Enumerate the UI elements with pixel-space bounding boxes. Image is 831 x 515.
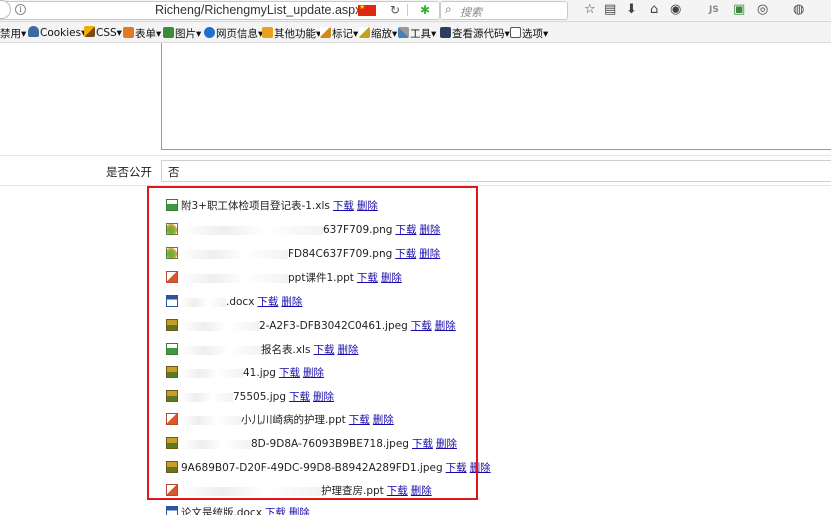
toolbar-disable-menu[interactable]: 禁用▾	[0, 26, 26, 41]
search-icon: ⌕	[445, 2, 452, 16]
search-placeholder: 搜索	[460, 6, 482, 19]
china-flag-icon	[358, 3, 376, 16]
toolbar-tools-menu[interactable]: 工具▾	[398, 26, 436, 41]
attachment-item: 论文是统版.docx 下载 删除	[166, 505, 313, 515]
download-icon[interactable]: ⬇	[626, 3, 637, 17]
toolbar-css-menu[interactable]: CSS▾	[84, 26, 122, 39]
browser-navbar: i Richeng/RichengmyList_update.aspx? ↻ ✱…	[0, 0, 831, 22]
attachment-filename: 论文是统版.docx	[181, 507, 262, 515]
public-field-label: 是否公开	[106, 165, 152, 179]
misc-icon	[262, 27, 273, 38]
reading-list-icon[interactable]: ▤	[604, 3, 616, 17]
extension-icon[interactable]: ▣	[733, 3, 745, 17]
toolbar-forms-menu[interactable]: 表单▾	[123, 26, 161, 41]
delete-link[interactable]: 删除	[289, 507, 310, 515]
toolbar-view-source-menu[interactable]: 查看源代码▾	[440, 26, 510, 41]
address-url[interactable]: Richeng/RichengmyList_update.aspx?	[155, 3, 368, 17]
info-icon	[204, 27, 215, 38]
site-info-icon[interactable]: i	[15, 4, 26, 15]
toolbar-page-info-menu[interactable]: 网页信息▾	[204, 26, 263, 41]
outline-pencil-icon	[320, 27, 331, 38]
addon-star-icon[interactable]: ✱	[420, 3, 430, 17]
options-icon	[510, 27, 521, 38]
toolbar-separator	[407, 4, 408, 16]
public-field-value: 否	[168, 165, 180, 179]
download-link[interactable]: 下载	[265, 507, 286, 515]
menu-extension-icon[interactable]: ◎	[757, 3, 768, 17]
tools-icon	[398, 27, 409, 38]
profile-icon[interactable]: ◍	[793, 3, 804, 17]
toolbar-misc-menu[interactable]: 其他功能▾	[262, 26, 321, 41]
docx-file-icon	[166, 506, 178, 515]
cookies-icon	[28, 26, 39, 37]
reload-icon[interactable]: ↻	[390, 3, 400, 17]
toolbar-outline-menu[interactable]: 标记▾	[320, 26, 358, 41]
toolbar-images-menu[interactable]: 图片▾	[163, 26, 201, 41]
javascript-toggle-icon[interactable]: JS	[709, 5, 719, 15]
css-pencil-icon	[84, 26, 95, 37]
public-field-box[interactable]	[161, 160, 831, 182]
toolbar-cookies-menu[interactable]: Cookies▾	[28, 26, 86, 39]
toolbar-resize-menu[interactable]: 缩放▾	[359, 26, 397, 41]
forms-icon	[123, 27, 134, 38]
toolbar-options-menu[interactable]: 选项▾	[510, 26, 548, 41]
web-developer-toolbar: 禁用▾ Cookies▾ CSS▾ 表单▾ 图片▾ 网页信息▾ 其他功能▾ 标记…	[0, 22, 831, 43]
source-icon	[440, 27, 451, 38]
highlight-annotation-box	[147, 186, 478, 500]
resize-icon	[359, 27, 370, 38]
bookmark-star-icon[interactable]: ☆	[584, 3, 596, 17]
home-icon[interactable]: ⌂	[650, 3, 658, 17]
images-icon	[163, 27, 174, 38]
row-divider	[0, 155, 831, 156]
sync-icon[interactable]: ◉	[670, 3, 681, 17]
content-textarea[interactable]	[161, 43, 831, 150]
